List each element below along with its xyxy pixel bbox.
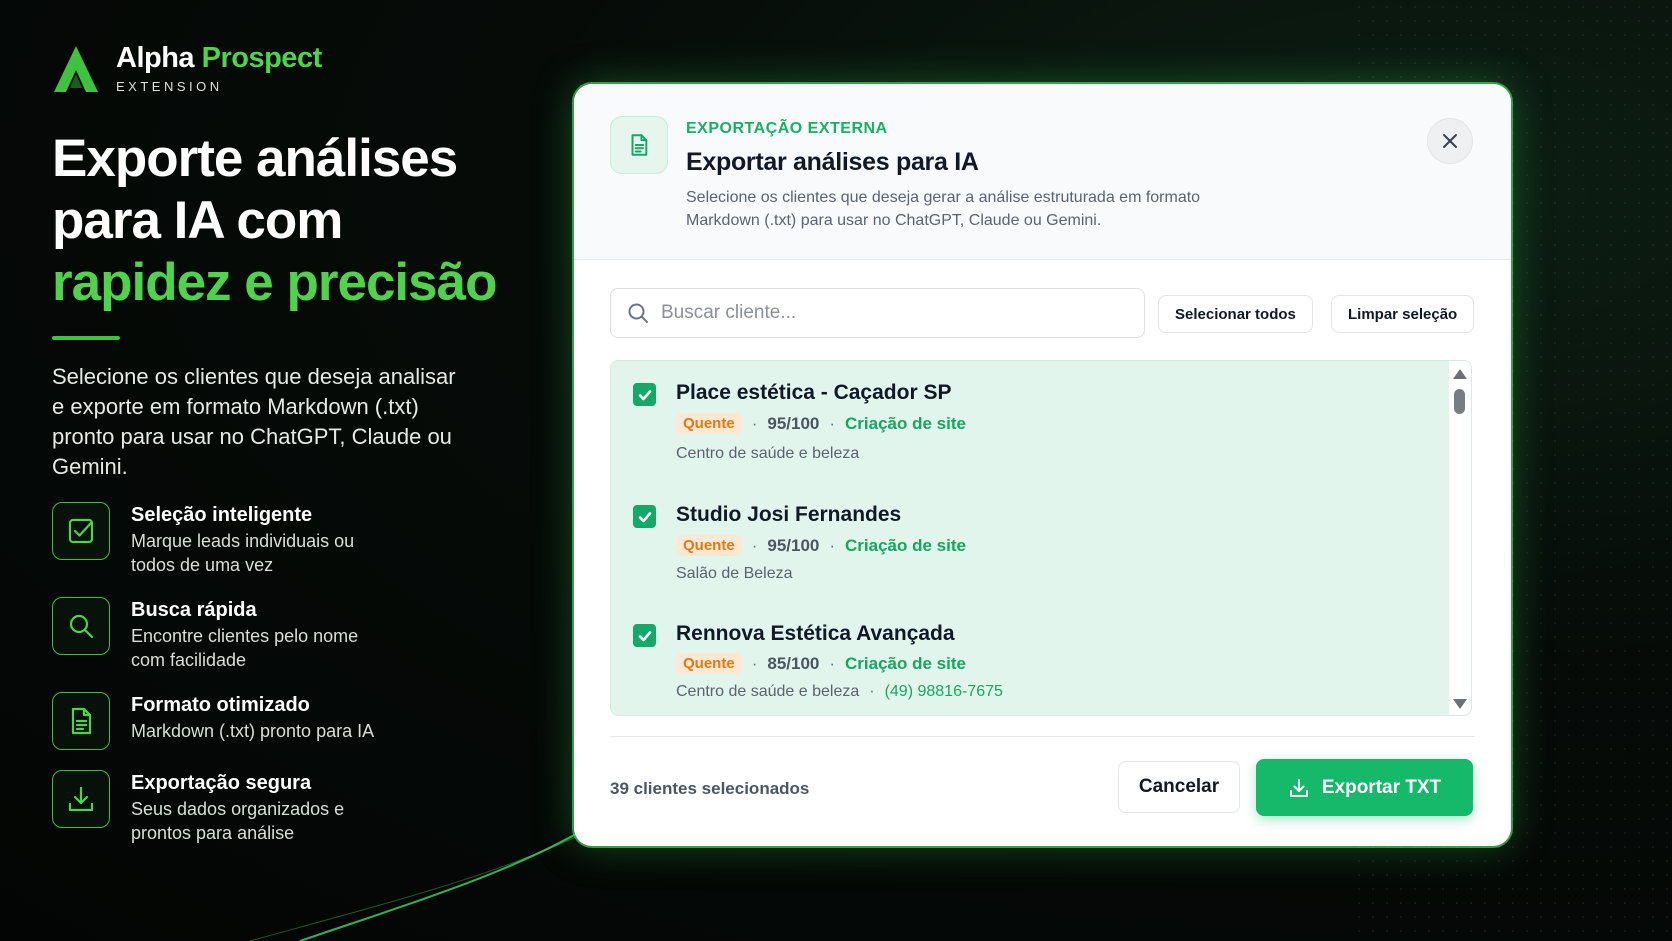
feature-desc: Marque leads individuais ou todos de uma… bbox=[131, 531, 355, 575]
document-icon bbox=[52, 692, 110, 750]
brand-name-primary: Alpha bbox=[116, 42, 195, 74]
cancel-button[interactable]: Cancelar bbox=[1118, 761, 1240, 813]
feature-item: Seleção inteligente Marque leads individ… bbox=[52, 502, 512, 577]
client-name: Rennova Estética Avançada bbox=[676, 622, 955, 645]
export-txt-button[interactable]: Exportar TXT bbox=[1256, 759, 1473, 816]
client-name: Place estética - Caçador SP bbox=[676, 381, 952, 404]
search-icon bbox=[628, 303, 648, 323]
client-search bbox=[610, 288, 1145, 338]
checkmark-icon bbox=[638, 511, 651, 522]
hero-lead: Selecione os clientes que deseja analisa… bbox=[52, 364, 456, 479]
check-square-icon bbox=[52, 502, 110, 560]
client-meta: Quente · 95/100 · Criação de site bbox=[676, 413, 966, 434]
checkmark-icon bbox=[638, 389, 651, 400]
modal-header: EXPORTAÇÃO EXTERNA Exportar análises par… bbox=[574, 84, 1511, 260]
client-category: Centro de saúde e beleza bbox=[676, 683, 860, 700]
marketing-panel: Alpha Prospect EXTENSION Exporte análise… bbox=[52, 44, 512, 845]
modal-eyebrow: EXPORTAÇÃO EXTERNA bbox=[686, 120, 888, 137]
brand: Alpha Prospect EXTENSION bbox=[52, 44, 512, 94]
export-button-label: Exportar TXT bbox=[1321, 776, 1442, 798]
document-icon bbox=[610, 116, 668, 174]
feature-desc: Encontre clientes pelo nome com facilida… bbox=[131, 626, 359, 670]
brand-name-accent: Prospect bbox=[201, 42, 323, 74]
brand-name: Alpha Prospect bbox=[116, 44, 322, 73]
client-score: 85/100 bbox=[767, 653, 820, 673]
client-phone[interactable]: (49) 98816-7675 bbox=[885, 683, 1003, 701]
feature-title: Busca rápida bbox=[131, 599, 257, 621]
client-list: Place estética - Caçador SP Quente · 95/… bbox=[610, 360, 1472, 716]
headline-divider bbox=[52, 336, 120, 340]
checkmark-icon bbox=[638, 630, 651, 641]
list-scrollbar[interactable] bbox=[1449, 361, 1471, 715]
brand-subtitle: EXTENSION bbox=[116, 79, 223, 94]
client-checkbox[interactable] bbox=[633, 505, 656, 528]
client-checkbox[interactable] bbox=[633, 383, 656, 406]
headline-accent: rapidez e precisão bbox=[52, 253, 497, 312]
scrollbar-thumb[interactable] bbox=[1454, 389, 1465, 414]
headline-line-2: para IA com bbox=[52, 191, 343, 250]
hero-headline: Exporte análises para IA com rapidez e p… bbox=[52, 128, 512, 314]
selected-count: 39 clientes selecionados bbox=[610, 779, 810, 798]
temperature-badge: Quente bbox=[676, 535, 742, 556]
feature-item: Formato otimizado Markdown (.txt) pronto… bbox=[52, 692, 512, 750]
temperature-badge: Quente bbox=[676, 413, 742, 434]
client-category-row: Salão de Beleza bbox=[676, 565, 793, 583]
feature-item: Exportação segura Seus dados organizados… bbox=[52, 770, 512, 845]
download-icon bbox=[1289, 778, 1308, 797]
client-category-row: Centro de saúde e beleza · (49) 98816-76… bbox=[676, 683, 1003, 701]
client-category: Centro de saúde e beleza bbox=[676, 445, 860, 462]
client-service: Criação de site bbox=[845, 535, 966, 555]
close-icon bbox=[1443, 134, 1457, 148]
client-service: Criação de site bbox=[845, 413, 966, 433]
client-checkbox[interactable] bbox=[633, 624, 656, 647]
client-score: 95/100 bbox=[767, 413, 820, 433]
feature-desc: Markdown (.txt) pronto para IA bbox=[131, 721, 375, 741]
client-score: 95/100 bbox=[767, 535, 820, 555]
scroll-up-arrow-icon[interactable] bbox=[1453, 369, 1467, 379]
close-button[interactable] bbox=[1427, 118, 1473, 164]
modal-title: Exportar análises para IA bbox=[686, 148, 979, 176]
alpha-logo-icon bbox=[54, 46, 98, 92]
search-input[interactable] bbox=[661, 302, 1101, 324]
clear-selection-button[interactable]: Limpar seleção bbox=[1331, 295, 1475, 333]
footer-divider bbox=[610, 736, 1475, 737]
download-icon bbox=[52, 770, 110, 828]
client-name: Studio Josi Fernandes bbox=[676, 503, 902, 526]
search-icon bbox=[52, 597, 110, 655]
client-category-row: Centro de saúde e beleza bbox=[676, 445, 859, 463]
feature-list: Seleção inteligente Marque leads individ… bbox=[52, 502, 512, 845]
export-modal: EXPORTAÇÃO EXTERNA Exportar análises par… bbox=[574, 84, 1511, 846]
select-all-button[interactable]: Selecionar todos bbox=[1158, 295, 1313, 333]
feature-desc: Seus dados organizados e prontos para an… bbox=[131, 799, 345, 843]
modal-description: Selecione os clientes que deseja gerar a… bbox=[686, 189, 1201, 229]
headline-line-1: Exporte análises bbox=[52, 129, 458, 188]
client-service: Criação de site bbox=[845, 653, 966, 673]
feature-title: Exportação segura bbox=[131, 772, 312, 794]
client-meta: Quente · 95/100 · Criação de site bbox=[676, 535, 966, 556]
feature-title: Seleção inteligente bbox=[131, 504, 313, 526]
client-meta: Quente · 85/100 · Criação de site bbox=[676, 653, 966, 674]
feature-item: Busca rápida Encontre clientes pelo nome… bbox=[52, 597, 512, 672]
temperature-badge: Quente bbox=[676, 653, 742, 674]
client-category: Salão de Beleza bbox=[676, 565, 793, 582]
feature-title: Formato otimizado bbox=[131, 694, 310, 716]
scroll-down-arrow-icon[interactable] bbox=[1453, 699, 1467, 709]
